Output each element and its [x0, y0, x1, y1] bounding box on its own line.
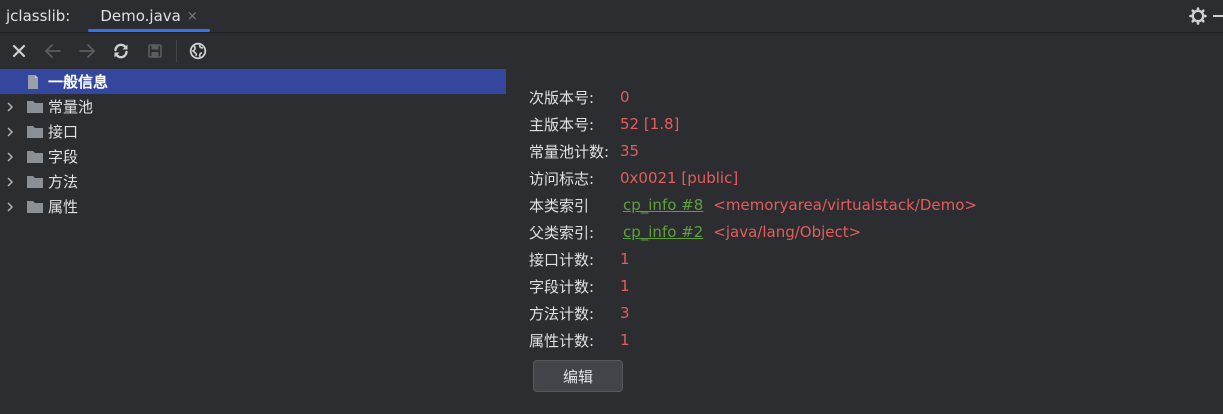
- tree-item-label: 一般信息: [48, 73, 109, 91]
- fields-count-row: 字段计数: 1: [529, 274, 630, 298]
- field-value: 35: [620, 142, 640, 160]
- field-label: 常量池计数:: [529, 142, 610, 161]
- tree-item-fields[interactable]: 字段: [0, 144, 506, 169]
- save-icon[interactable]: [140, 36, 170, 66]
- settings-gear-icon[interactable]: [1187, 5, 1209, 27]
- minimize-icon[interactable]: [1211, 5, 1223, 27]
- field-value: 1: [620, 277, 630, 295]
- arrow-left-icon[interactable]: [38, 36, 68, 66]
- this-class-cp-link[interactable]: cp_info #8: [623, 196, 703, 214]
- methods-count-row: 方法计数: 3: [529, 301, 630, 325]
- field-value: 0x0021 [public]: [620, 169, 739, 187]
- edit-button[interactable]: 编辑: [533, 360, 623, 392]
- folder-icon: [26, 174, 44, 190]
- arrow-right-icon[interactable]: [72, 36, 102, 66]
- folder-icon: [26, 124, 44, 140]
- tree-item-label: 常量池: [48, 98, 94, 116]
- field-label: 次版本号:: [529, 88, 595, 107]
- minor-version-row: 次版本号: 0: [529, 85, 630, 109]
- tab-close-icon[interactable]: ×: [187, 9, 198, 24]
- folder-icon: [26, 149, 44, 165]
- constant-pool-count-row: 常量池计数: 35: [529, 139, 639, 163]
- tree-item-interfaces[interactable]: 接口: [0, 119, 506, 144]
- class-structure-tree: 一般信息 常量池 接口 字段 方法 属性: [0, 69, 506, 414]
- tree-item-constant-pool[interactable]: 常量池: [0, 94, 506, 119]
- major-version-row: 主版本号: 52 [1.8]: [529, 112, 679, 136]
- toolbar-separator: [176, 40, 177, 62]
- chevron-right-icon[interactable]: [4, 201, 16, 213]
- tab-label: Demo.java: [100, 7, 181, 25]
- field-value: <memoryarea/virtualstack/Demo>: [713, 196, 977, 214]
- chevron-right-icon[interactable]: [4, 126, 16, 138]
- tree-item-label: 接口: [48, 123, 79, 141]
- field-label: 字段计数:: [529, 277, 595, 296]
- file-icon: [26, 73, 44, 91]
- chevron-right-icon[interactable]: [4, 151, 16, 163]
- tree-item-general-info[interactable]: 一般信息: [0, 69, 506, 94]
- chevron-right-icon[interactable]: [4, 101, 16, 113]
- tree-item-methods[interactable]: 方法: [0, 169, 506, 194]
- access-flags-row: 访问标志: 0x0021 [public]: [529, 166, 738, 190]
- tree-item-attributes[interactable]: 属性: [0, 194, 506, 219]
- super-class-cp-link[interactable]: cp_info #2: [623, 223, 703, 241]
- tree-item-label: 属性: [48, 198, 79, 216]
- tree-item-label: 方法: [48, 173, 79, 191]
- general-info-panel: 次版本号: 0 主版本号: 52 [1.8] 常量池计数: 35 访问标志: 0…: [506, 69, 1223, 414]
- refresh-icon[interactable]: [106, 36, 136, 66]
- toolbar: [0, 33, 1223, 69]
- super-class-row: 父类索引: cp_info #2 <java/lang/Object>: [529, 220, 861, 244]
- field-value: <java/lang/Object>: [713, 223, 862, 241]
- field-label: 接口计数:: [529, 250, 595, 269]
- tab-demo-java[interactable]: Demo.java ×: [88, 0, 210, 32]
- field-value: 3: [620, 304, 630, 322]
- interfaces-count-row: 接口计数: 1: [529, 247, 630, 271]
- field-label: 属性计数:: [529, 331, 595, 350]
- field-label: 主版本号:: [529, 115, 595, 134]
- field-value: 1: [620, 331, 630, 349]
- chevron-right-icon[interactable]: [4, 176, 16, 188]
- folder-icon: [26, 99, 44, 115]
- this-class-row: 本类索引 cp_info #8 <memoryarea/virtualstack…: [529, 193, 977, 217]
- field-label: 本类索引: [529, 196, 590, 215]
- field-label: 访问标志:: [529, 169, 595, 188]
- active-tab-indicator: [88, 29, 210, 32]
- attributes-count-row: 属性计数: 1: [529, 328, 630, 352]
- close-icon[interactable]: [4, 36, 34, 66]
- field-value: 1: [620, 250, 630, 268]
- tree-item-label: 字段: [48, 148, 79, 166]
- folder-icon: [26, 199, 44, 215]
- field-value: 0: [620, 88, 630, 106]
- globe-icon[interactable]: [183, 36, 213, 66]
- field-label: 方法计数:: [529, 304, 595, 323]
- tab-bar: jclasslib: Demo.java ×: [0, 0, 1223, 33]
- tool-window-title: jclasslib:: [6, 7, 71, 25]
- field-label: 父类索引:: [529, 223, 595, 242]
- field-value: 52 [1.8]: [620, 115, 680, 133]
